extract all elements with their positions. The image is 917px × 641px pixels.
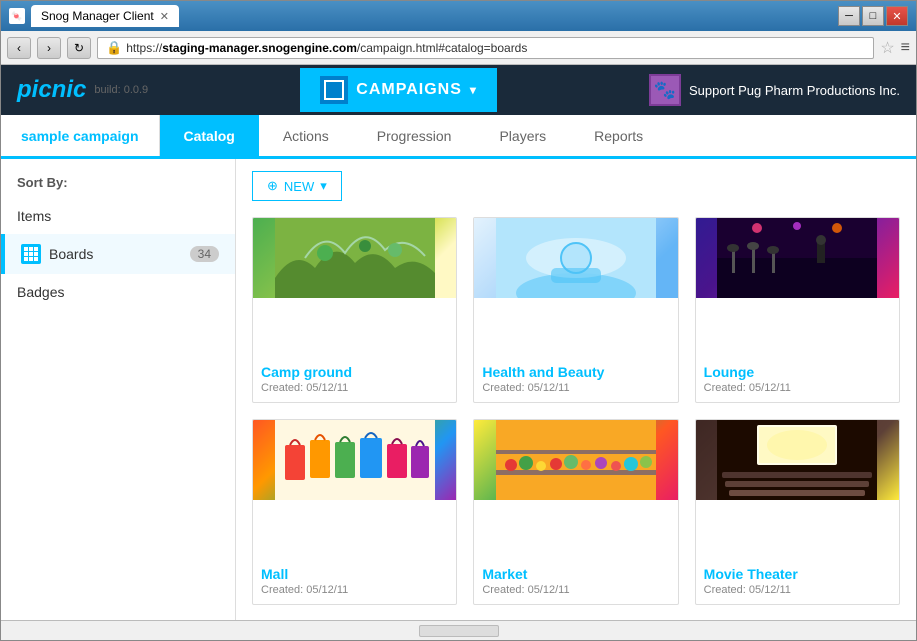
sidebar-item-boards[interactable]: Boards 34 [1, 234, 235, 274]
tab-actions[interactable]: Actions [259, 115, 353, 156]
boards-grid-icon [21, 244, 41, 264]
sidebar-badges-label: Badges [17, 284, 64, 300]
lounge-title: Lounge [704, 364, 891, 380]
header-right: 🐾 Support Pug Pharm Productions Inc. [649, 74, 900, 106]
new-button[interactable]: ⊕ NEW ▾ [252, 171, 342, 201]
card-spacer [474, 500, 677, 560]
market-image [474, 420, 677, 500]
close-button[interactable]: ✕ [886, 6, 908, 26]
minimize-button[interactable]: ─ [838, 6, 860, 26]
movie-theater-image [696, 420, 899, 500]
url-suffix: /campaign.html#catalog=boards [357, 41, 527, 55]
card-spacer [474, 298, 677, 358]
mall-date: Created: 05/12/11 [261, 584, 448, 596]
user-name: Support Pug Pharm Productions Inc. [689, 83, 900, 98]
bookmark-icon[interactable]: ☆ [880, 38, 894, 58]
boards-grid: Camp ground Created: 05/12/11 [252, 217, 900, 605]
market-info: Market Created: 05/12/11 [474, 560, 677, 604]
campaigns-dropdown-arrow: ▾ [470, 83, 477, 97]
sidebar-boards-label: Boards [49, 246, 93, 262]
new-plus-icon: ⊕ [267, 178, 278, 194]
movie-theater-title: Movie Theater [704, 566, 891, 582]
movie-theater-info: Movie Theater Created: 05/12/11 [696, 560, 899, 604]
grid-icon [24, 247, 38, 261]
user-avatar: 🐾 [649, 74, 681, 106]
mall-title: Mall [261, 566, 448, 582]
tab-reports[interactable]: Reports [570, 115, 667, 156]
sidebar-items-label: Items [17, 208, 51, 224]
maximize-button[interactable]: □ [862, 6, 884, 26]
build-version: build: 0.0.9 [94, 84, 148, 96]
logo: picnic build: 0.0.9 [17, 76, 148, 104]
mall-info: Mall Created: 05/12/11 [253, 560, 456, 604]
sidebar-item-badges[interactable]: Badges [1, 274, 235, 310]
status-bar [1, 620, 916, 640]
sidebar-item-items[interactable]: Items [1, 198, 235, 234]
tab-progression[interactable]: Progression [353, 115, 476, 156]
tab-catalog[interactable]: Catalog [160, 115, 259, 156]
url-bar[interactable]: 🔒 https://staging-manager.snogengine.com… [97, 37, 874, 59]
health-beauty-info: Health and Beauty Created: 05/12/11 [474, 358, 677, 402]
camp-ground-info: Camp ground Created: 05/12/11 [253, 358, 456, 402]
market-date: Created: 05/12/11 [482, 584, 669, 596]
campaigns-button[interactable]: CAMPAIGNS ▾ [300, 68, 497, 112]
tab-title: Snog Manager Client [41, 9, 154, 23]
browser-window: 🍬 Snog Manager Client ✕ ─ □ ✕ ‹ › ↻ 🔒 ht… [0, 0, 917, 641]
menu-icon[interactable]: ≡ [901, 39, 910, 57]
board-card-mall[interactable]: Mall Created: 05/12/11 [252, 419, 457, 605]
address-bar: ‹ › ↻ 🔒 https://staging-manager.snogengi… [1, 31, 916, 65]
card-spacer [696, 298, 899, 358]
campaign-name[interactable]: sample campaign [1, 115, 160, 156]
lounge-date: Created: 05/12/11 [704, 382, 891, 394]
board-card-market[interactable]: Market Created: 05/12/11 [473, 419, 678, 605]
refresh-button[interactable]: ↻ [67, 37, 91, 59]
camp-ground-title: Camp ground [261, 364, 448, 380]
status-scroll [9, 625, 908, 637]
card-spacer [253, 500, 456, 560]
new-label: NEW [284, 179, 314, 194]
mall-image [253, 420, 456, 500]
board-card-lounge[interactable]: Lounge Created: 05/12/11 [695, 217, 900, 403]
lounge-image [696, 218, 899, 298]
window-controls: ─ □ ✕ [838, 6, 908, 26]
camp-ground-date: Created: 05/12/11 [261, 382, 448, 394]
header-center: CAMPAIGNS ▾ [148, 68, 649, 112]
title-bar: 🍬 Snog Manager Client ✕ ─ □ ✕ [1, 1, 916, 31]
health-beauty-date: Created: 05/12/11 [482, 382, 669, 394]
new-arrow-icon: ▾ [320, 178, 327, 194]
health-beauty-image [474, 218, 677, 298]
board-card-camp-ground[interactable]: Camp ground Created: 05/12/11 [252, 217, 457, 403]
lounge-info: Lounge Created: 05/12/11 [696, 358, 899, 402]
back-button[interactable]: ‹ [7, 37, 31, 59]
card-spacer [696, 500, 899, 560]
tab-close-icon[interactable]: ✕ [160, 10, 169, 23]
url-prefix: https:// [126, 41, 162, 55]
content-area: ⊕ NEW ▾ [236, 159, 916, 620]
url-domain: staging-manager.snogengine.com [162, 41, 357, 55]
browser-tab[interactable]: Snog Manager Client ✕ [31, 5, 179, 27]
board-card-health-beauty[interactable]: Health and Beauty Created: 05/12/11 [473, 217, 678, 403]
main-content: Sort By: Items Boards 34 Badges [1, 159, 916, 620]
tab-players[interactable]: Players [475, 115, 570, 156]
market-title: Market [482, 566, 669, 582]
sidebar: Sort By: Items Boards 34 Badges [1, 159, 236, 620]
app-header: picnic build: 0.0.9 CAMPAIGNS ▾ 🐾 Suppor… [1, 65, 916, 115]
forward-button[interactable]: › [37, 37, 61, 59]
health-beauty-title: Health and Beauty [482, 364, 669, 380]
campaigns-icon [320, 76, 348, 104]
nav-tabs: sample campaign Catalog Actions Progress… [1, 115, 916, 159]
campaigns-label: CAMPAIGNS [356, 81, 462, 99]
card-spacer [253, 298, 456, 358]
logo-text: picnic [17, 76, 86, 104]
campaigns-icon-inner [324, 80, 344, 100]
board-card-movie-theater[interactable]: Movie Theater Created: 05/12/11 [695, 419, 900, 605]
camp-ground-image [253, 218, 456, 298]
tab-favicon: 🍬 [9, 8, 25, 24]
movie-theater-date: Created: 05/12/11 [704, 584, 891, 596]
horizontal-scrollbar[interactable] [419, 625, 499, 637]
boards-count-badge: 34 [190, 246, 219, 262]
sort-by-label: Sort By: [1, 167, 235, 198]
